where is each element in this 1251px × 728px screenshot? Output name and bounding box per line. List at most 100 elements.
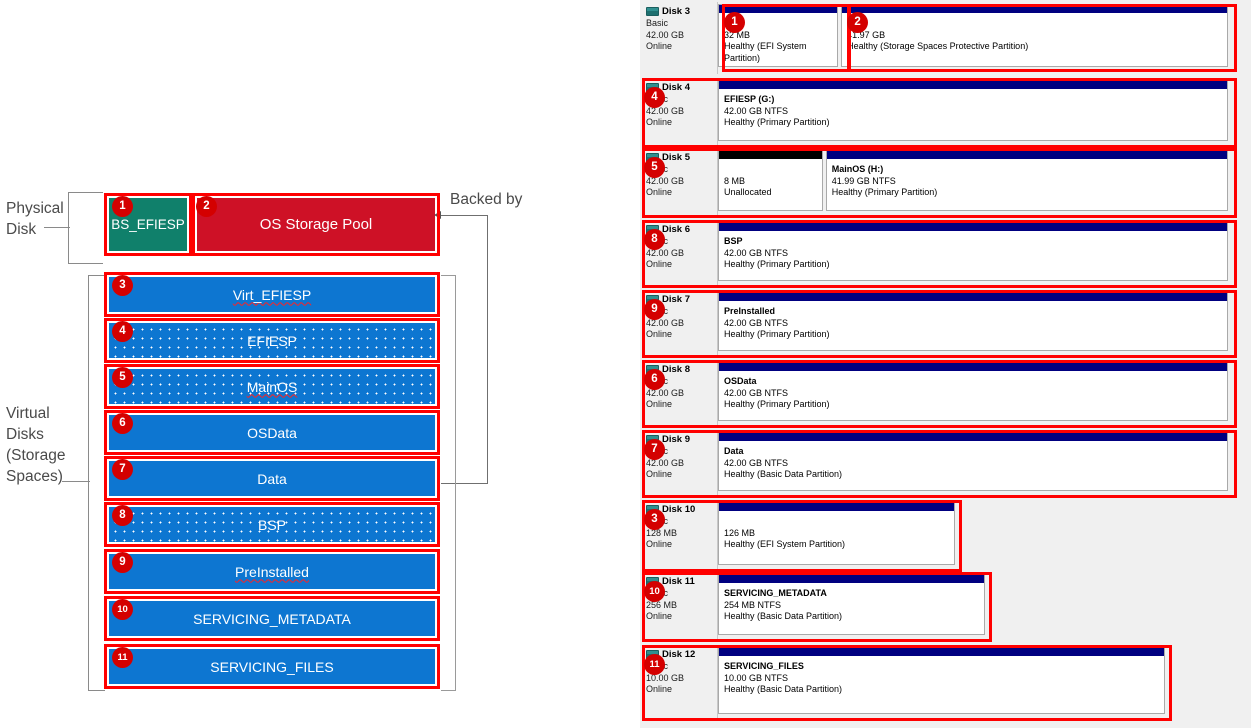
- partition-capacity-bar: [718, 432, 1228, 441]
- partition-details: SERVICING_FILES 10.00 GB NTFS Healthy (Bas…: [719, 656, 1164, 696]
- partition[interactable]: OSData 42.00 GB NTFS Healthy (Primary Part…: [718, 362, 1228, 421]
- partition-details: Pool41.97 GBHealthy (Storage Spaces Prot…: [842, 13, 1227, 53]
- virtual-disk-fill: Data: [109, 461, 435, 496]
- partition-size: 42.00 GB NTFS: [724, 105, 789, 116]
- virtual-disks-bracket: [88, 275, 105, 691]
- diagram-canvas: Physical Disk Virtual Disks (Storage Spa…: [0, 0, 1251, 728]
- partition-name: EFIESP (G:): [724, 94, 775, 104]
- storage-architecture-diagram: Physical Disk Virtual Disks (Storage Spa…: [0, 0, 600, 728]
- partition-size: 41.99 GB NTFS: [831, 175, 896, 186]
- virtual-disk-label: SERVICING_FILES: [210, 658, 334, 675]
- partition-name: Data: [724, 446, 744, 456]
- disk-row[interactable]: Disk 12Basic10.00 GBOnlineSERVICING_FILE…: [640, 645, 1168, 721]
- callout-badge-4: 4: [112, 321, 133, 342]
- disk-size: 42.00 GB: [646, 29, 685, 40]
- disk-status: Online: [646, 329, 673, 339]
- partition-capacity-bar: [718, 222, 1228, 231]
- partition[interactable]: 8 MB Unallocated: [718, 150, 823, 211]
- disk-row[interactable]: Disk 7Basic42.00 GBOnlinePreInstalled42.…: [640, 290, 1231, 358]
- callout-badge-6: 6: [112, 413, 133, 434]
- disk-row[interactable]: Disk 9Basic42.00 GBOnlineData42.00 GB NT…: [640, 430, 1231, 498]
- virtual-disk-servicing-metadata[interactable]: SERVICING_METADATA: [104, 596, 440, 641]
- disk-row[interactable]: Disk 10Basic128 MBOnline 126 MBHealthy (…: [640, 500, 958, 572]
- partition-details: EFIESP (G:) 42.00 GB NTFS Healthy (Primary…: [719, 89, 1227, 129]
- disk-name: Disk 4: [662, 82, 690, 93]
- virtual-disk-fill: EFIESP: [109, 323, 435, 358]
- virtual-disks-right-bracket: [441, 275, 456, 691]
- disk-title: Disk 3: [646, 6, 717, 17]
- disk-status: Online: [646, 611, 673, 621]
- virtual-disk-mainos[interactable]: MainOS: [104, 364, 440, 409]
- virtual-disk-label: EFIESP: [247, 332, 297, 349]
- partition-details: 126 MB Healthy (EFI System Partition): [719, 511, 954, 551]
- partition[interactable]: 126 MB Healthy (EFI System Partition): [718, 502, 955, 565]
- callout-badge-5: 5: [644, 157, 665, 178]
- virtual-disk-osdata[interactable]: OSData: [104, 410, 440, 455]
- partition-size: 254 MB NTFS: [724, 599, 782, 610]
- partition[interactable]: Pool41.97 GBHealthy (Storage Spaces Prot…: [841, 4, 1228, 67]
- partition-details: PreInstalled 42.00 GB NTFS Healthy (Primar…: [719, 301, 1227, 341]
- virtual-disk-efiesp[interactable]: EFIESP: [104, 318, 440, 363]
- virtual-disk-label: BSP: [257, 516, 286, 533]
- disk-partitions: EFIESP (G:) 42.00 GB NTFS Healthy (Primary…: [718, 78, 1231, 148]
- partition[interactable]: SERVICING_FILES 10.00 GB NTFS Healthy (Bas…: [718, 647, 1165, 714]
- partition-size: 8 MB: [724, 175, 746, 186]
- virtual-disk-data[interactable]: Data: [104, 456, 440, 501]
- partition-name: MainOS (H:): [831, 164, 884, 174]
- callout-badge-1: 1: [724, 12, 745, 33]
- disk-row[interactable]: Disk 5Basic42.00 GBOnline 8 MBUnallocate…: [640, 148, 1231, 218]
- virtual-disk-servicing-files[interactable]: SERVICING_FILES: [104, 644, 440, 689]
- disk-row[interactable]: Disk 8Basic42.00 GBOnlineOSData42.00 GB …: [640, 360, 1231, 428]
- disk-name: Disk 11: [662, 576, 695, 587]
- partition-size: 41.97 GB: [847, 29, 886, 40]
- disk-status: Online: [646, 259, 673, 269]
- virtual-disk-label: Data: [257, 470, 287, 487]
- disk-name: Disk 6: [662, 224, 690, 235]
- callout-badge-3: 3: [644, 509, 665, 530]
- partition-name: OSData: [724, 376, 757, 386]
- partition[interactable]: EFIESP (G:) 42.00 GB NTFS Healthy (Primary…: [718, 80, 1228, 141]
- partition-capacity-bar: [841, 4, 1228, 13]
- partition[interactable]: BSP 42.00 GB NTFS Healthy (Primary Partiti…: [718, 222, 1228, 281]
- disk-name: Disk 3: [662, 6, 690, 17]
- virtual-disk-preinstalled[interactable]: PreInstalled: [104, 549, 440, 594]
- callout-badge-5: 5: [112, 367, 133, 388]
- callout-badge-2: 2: [847, 12, 869, 33]
- callout-badge-9: 9: [644, 299, 665, 320]
- virtual-disk-label: SERVICING_METADATA: [193, 610, 351, 627]
- disk-partitions: SERVICING_METADATA 254 MB NTFS Healthy (Ba…: [718, 572, 988, 642]
- callout-badge-8: 8: [644, 229, 665, 250]
- disk-row[interactable]: Disk 4Basic42.00 GBOnlineEFIESP (G:)42.0…: [640, 78, 1231, 148]
- callout-badge-8: 8: [112, 505, 133, 526]
- disk-partitions: PreInstalled 42.00 GB NTFS Healthy (Primar…: [718, 290, 1231, 358]
- disk-type: Basic: [646, 18, 669, 28]
- disk-name: Disk 9: [662, 434, 690, 445]
- virtual-disk-label: OSData: [247, 424, 297, 441]
- partition-details: SERVICING_METADATA 254 MB NTFS Healthy (Ba…: [719, 583, 984, 623]
- partition-health: Healthy (Basic Data Partition): [724, 611, 843, 621]
- disk-status: Online: [646, 117, 673, 127]
- disk-info-column[interactable]: Disk 3 Basic 42.00 GB Online: [640, 2, 718, 74]
- partition[interactable]: PreInstalled 42.00 GB NTFS Healthy (Primar…: [718, 292, 1228, 351]
- disk-row[interactable]: Disk 6Basic42.00 GBOnlineBSP42.00 GB NTF…: [640, 220, 1231, 288]
- partition-name: SERVICING_METADATA: [724, 588, 827, 598]
- partition-details: MainOS (H:) 41.99 GB NTFS Healthy (Primary…: [827, 159, 1227, 199]
- partition[interactable]: SERVICING_METADATA 254 MB NTFS Healthy (Ba…: [718, 574, 985, 635]
- partition[interactable]: MainOS (H:) 41.99 GB NTFS Healthy (Primary…: [825, 150, 1228, 211]
- partition-health: Healthy (Basic Data Partition): [724, 684, 843, 694]
- partition-health: Unallocated: [724, 187, 772, 197]
- physical-disk-leader-line: [44, 227, 70, 228]
- partition-health: Healthy (EFI System Partition): [724, 539, 846, 549]
- partition-capacity-bar: [718, 80, 1228, 89]
- disk-partitions: 126 MB Healthy (EFI System Partition): [718, 500, 958, 572]
- partition-name: Pool: [847, 18, 1227, 30]
- virtual-disk-virt-efiesp[interactable]: Virt_EFIESP: [104, 272, 440, 317]
- physical-partition-os-storage-pool[interactable]: OS Storage Pool: [192, 193, 440, 256]
- disk-row[interactable]: Disk 11Basic256 MBOnlineSERVICING_METADA…: [640, 572, 988, 642]
- virtual-disk-fill: SERVICING_METADATA: [109, 601, 435, 636]
- partition-capacity-bar: [718, 502, 955, 511]
- callout-badge-11: 11: [644, 654, 665, 675]
- disk-partitions: Data 42.00 GB NTFS Healthy (Basic Data Par…: [718, 430, 1231, 498]
- virtual-disk-bsp[interactable]: BSP: [104, 502, 440, 547]
- partition[interactable]: Data 42.00 GB NTFS Healthy (Basic Data Par…: [718, 432, 1228, 491]
